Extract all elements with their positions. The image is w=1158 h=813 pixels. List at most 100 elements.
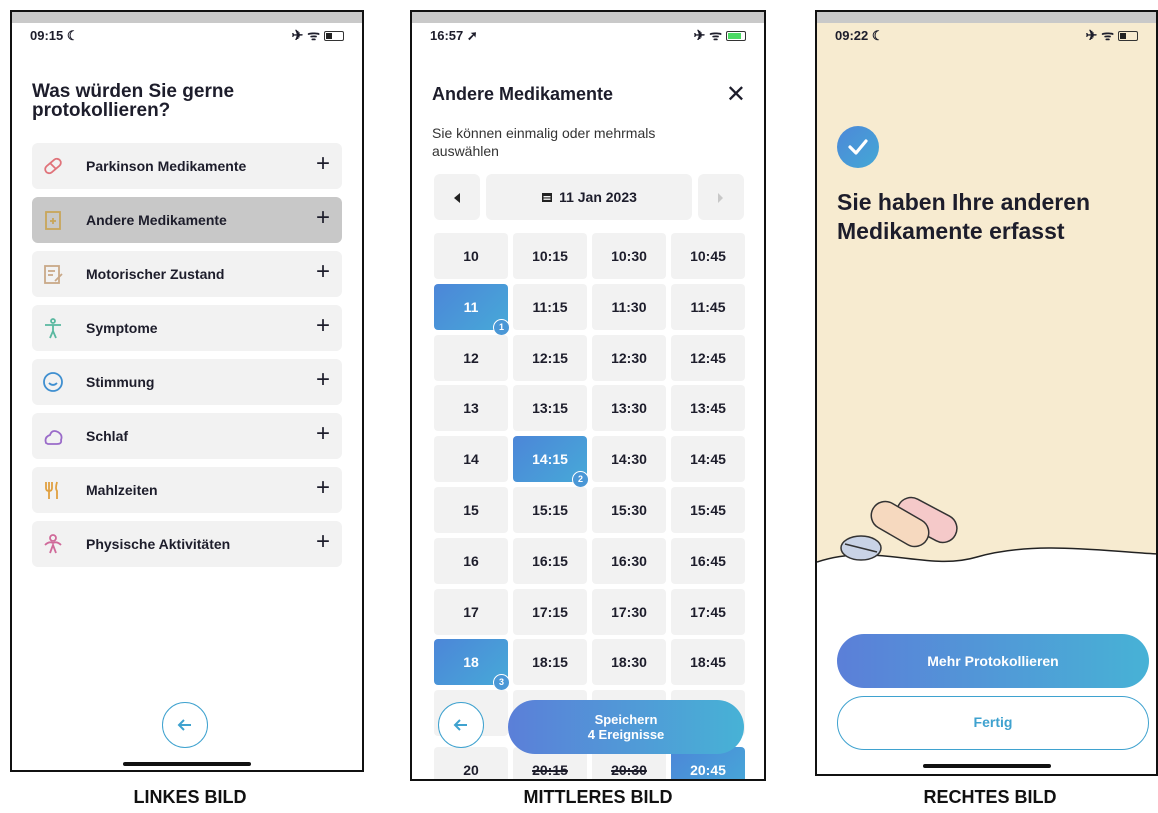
menu-item[interactable]: Symptome + [32,305,342,351]
plus-icon[interactable]: + [316,152,330,176]
menu-item-label: Motorischer Zustand [86,266,225,282]
status-bar: 09:22 ☾ ✈ ᯤ [835,26,1138,46]
time-slot-label: 10:30 [611,248,647,264]
next-day-button[interactable] [698,174,744,220]
time-slot[interactable]: 15 [434,487,508,533]
time-slot[interactable]: 13 [434,385,508,432]
log-more-button[interactable]: Mehr Protokollieren [837,634,1149,688]
time-slot[interactable]: 11 1 [434,283,510,336]
time-slot-label: 13:15 [532,400,568,417]
date-selector[interactable]: 11 Jan 2023 [486,174,692,220]
caption-middle: MITTLERES BILD [523,787,673,807]
time-slot[interactable]: 18:45 [671,639,745,686]
menu-item[interactable]: Motorischer Zustand + [32,251,342,297]
time-slot-label: 11:15 [532,298,568,315]
time-slot[interactable]: 15:45 [671,487,745,533]
time-slot[interactable]: 14:30 [592,436,666,483]
plus-icon[interactable]: + [316,530,330,554]
save-button[interactable]: Speichern 4 Ereignisse [508,700,744,754]
time-slot[interactable]: 17:30 [592,588,666,635]
menu-item[interactable]: Schlaf + [32,413,342,459]
moon-cloud-icon [42,425,64,447]
time-slot-label: 18 [463,654,479,671]
time-slot[interactable]: 17:15 [513,588,587,635]
time-slot[interactable]: 14:15 2 [513,436,589,489]
left-phone-screen: 09:15 ☾ ✈ ᯤ Was würden Sie gerne protoko… [10,10,364,772]
middle-phone-screen: 16:57 ➚ ✈ ᯤ Andere Medikamente ✕ Sie kön… [410,10,766,781]
time-slot[interactable]: 13:15 [513,385,587,432]
done-button[interactable]: Fertig [837,696,1149,750]
status-bar: 16:57 ➚ ✈ ᯤ [430,26,746,46]
back-button[interactable] [438,702,484,748]
right-phone-screen: 09:22 ☾ ✈ ᯤ Sie haben Ihre anderen Medik… [815,10,1158,776]
time-slot[interactable]: 16:15 [513,537,587,584]
time-slot[interactable]: 11:15 [513,283,587,330]
time-slot[interactable]: 15:30 [592,487,666,533]
menu-item[interactable]: Parkinson Medikamente + [32,143,342,189]
arrow-left-icon [453,719,467,731]
time-slot[interactable]: 18 3 [434,639,510,692]
time-slot[interactable]: 16 [434,537,508,584]
plus-icon[interactable]: + [316,206,330,230]
status-icons: ✈ ᯤ [292,26,344,45]
time-slot[interactable]: 12:45 [671,334,745,381]
plus-icon[interactable]: + [316,368,330,392]
menu-item-label: Physische Aktivitäten [86,536,231,552]
plus-icon[interactable]: + [316,422,330,446]
time-slot[interactable]: 14:45 [671,436,745,483]
close-icon[interactable]: ✕ [726,80,746,109]
menu-item[interactable]: Andere Medikamente + [32,197,342,243]
time-slot-label: 18:45 [690,654,726,671]
time-slot[interactable]: 12:15 [513,334,587,381]
checkmark-icon [837,126,879,168]
plus-icon[interactable]: + [316,260,330,284]
battery-icon [1118,31,1138,42]
time-slot[interactable]: 18:30 [592,639,666,686]
menu-item[interactable]: Physische Aktivitäten + [32,521,342,567]
status-bar: 09:15 ☾ ✈ ᯤ [30,26,344,46]
time-slot-label: 17:45 [690,603,726,620]
time-slot[interactable]: 16:45 [671,537,745,584]
time-slot[interactable]: 10:15 [513,233,587,279]
time-slot[interactable]: 12 [434,334,508,381]
time-slot-label: 13:45 [690,400,726,417]
time-slot[interactable]: 16:30 [592,537,666,584]
menu-item-label: Stimmung [86,374,155,390]
time-slot[interactable]: 11:45 [671,283,745,330]
caret-left-icon [454,193,460,203]
time-slot-label: 18:30 [611,654,647,671]
status-bar-strip [412,12,764,23]
menu-item[interactable]: Mahlzeiten + [32,467,342,513]
time-slot[interactable]: 20 [434,747,508,779]
time-slot[interactable]: 11:30 [592,283,666,330]
menu-item-label: Symptome [86,320,158,336]
back-button[interactable] [162,702,208,748]
time-slot-label: 15:45 [690,502,726,518]
time-slot-label: 10:15 [532,248,568,264]
time-slot[interactable]: 18:15 [513,639,587,686]
time-slot[interactable]: 10 [434,233,508,279]
menu-item-label: Schlaf [86,428,129,444]
previous-day-button[interactable] [434,174,480,220]
time-slot[interactable]: 13:45 [671,385,745,432]
plus-icon[interactable]: + [316,314,330,338]
time-slot-label: 20:30 [611,762,647,778]
menu-item[interactable]: Stimmung + [32,359,342,405]
time-slot[interactable]: 10:45 [671,233,745,279]
time-slot[interactable]: 17 [434,588,508,635]
plus-icon[interactable]: + [316,476,330,500]
time-slot[interactable]: 14 [434,436,508,483]
time-slot[interactable]: 13:30 [592,385,666,432]
time-slot[interactable]: 15:15 [513,487,587,533]
connectivity-icons: ✈ ᯤ [1085,27,1114,43]
time-slot-label: 14:45 [690,451,726,468]
time-slot[interactable]: 17:45 [671,588,745,635]
selection-order-badge: 1 [493,318,510,336]
time-slot[interactable]: 10:30 [592,233,666,279]
calendar-icon [542,193,553,202]
time-slot-label: 17:15 [532,603,568,620]
save-label: Speichern [594,712,658,727]
time-slot[interactable]: 12:30 [592,334,666,381]
time-slot-label: 16:45 [690,552,726,569]
connectivity-icons: ✈ ᯤ [291,27,320,43]
